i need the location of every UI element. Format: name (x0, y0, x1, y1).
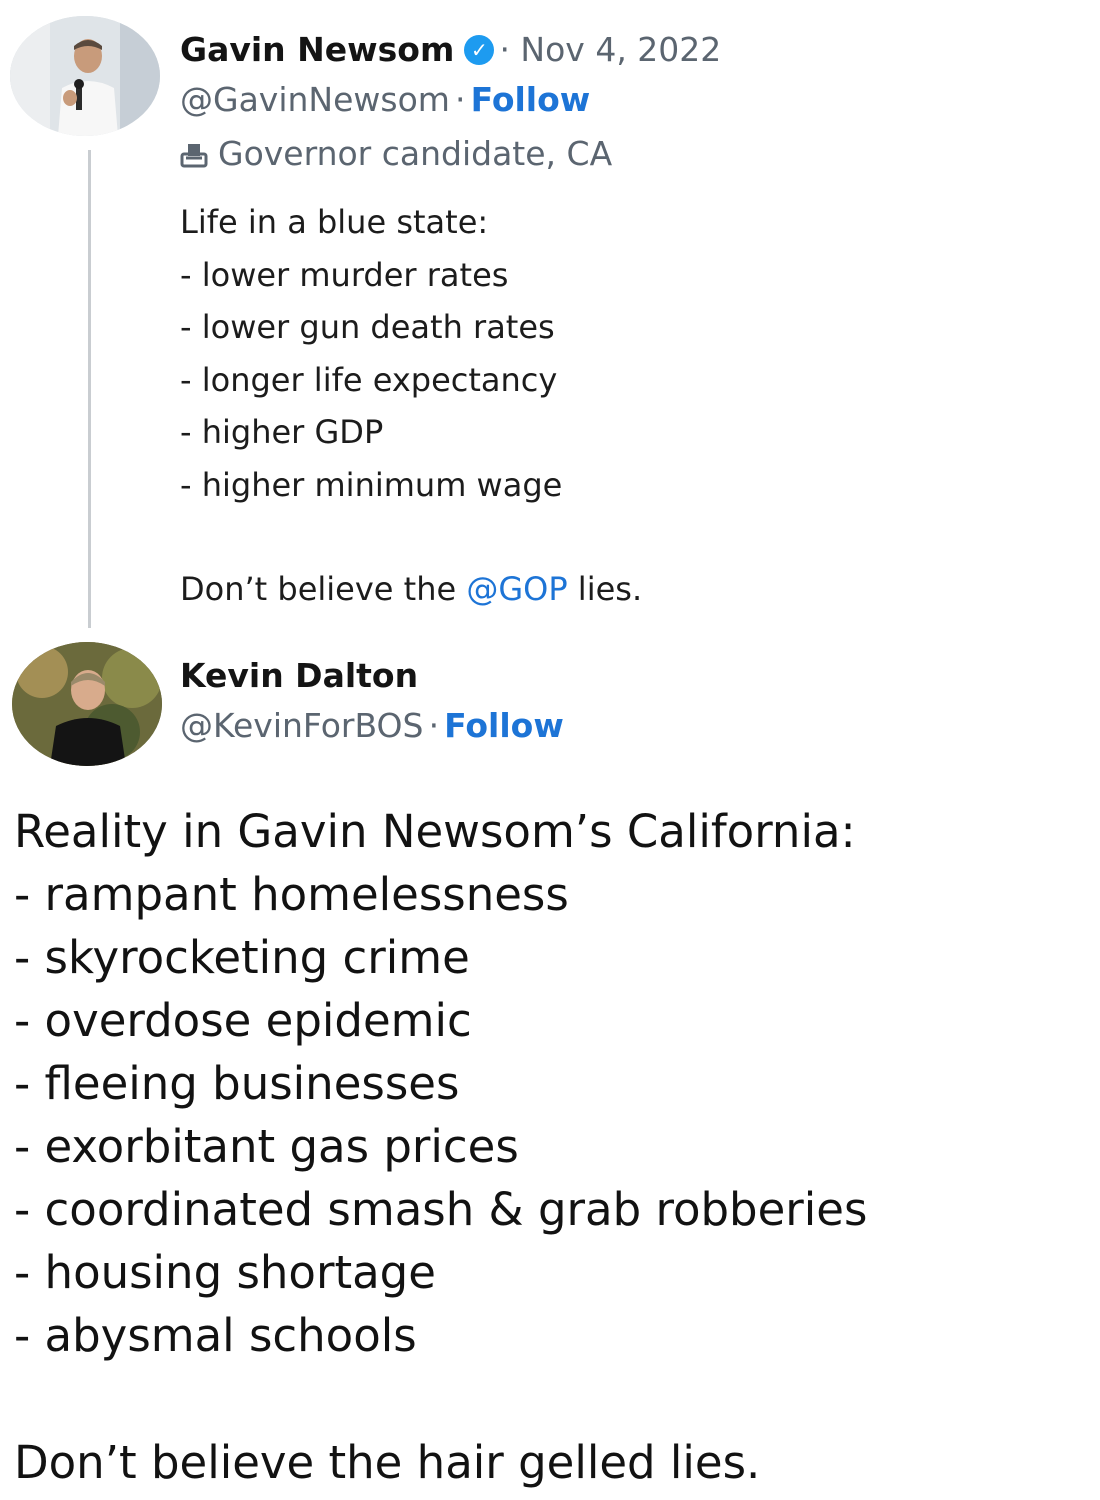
tweet1-line: - higher minimum wage (180, 465, 563, 504)
tweet1-line: - lower gun death rates (180, 308, 555, 346)
tweet1-header-row: Gavin Newsom ✓ · Nov 4, 2022 (180, 30, 721, 69)
avatar-kevin-dalton[interactable] (12, 642, 162, 766)
tweet2-body: Reality in Gavin Newsom’s California: - … (14, 800, 867, 1494)
tweet2-author-name[interactable]: Kevin Dalton (180, 656, 418, 695)
tweet1-follow-link[interactable]: Follow (471, 80, 591, 119)
tweet1-label-row: Governor candidate, CA (180, 134, 612, 173)
tweet2-line: - rampant homelessness (14, 868, 569, 921)
tweet2-line: - overdose epidemic (14, 994, 472, 1047)
tweet2-line: - coordinated smash & grab robberies (14, 1183, 868, 1236)
tweet2-line: - fleeing businesses (14, 1057, 460, 1110)
tweet1-account-label: Governor candidate, CA (218, 134, 613, 173)
tweet2-line: - skyrocketing crime (14, 931, 470, 984)
tweet2-follow-link[interactable]: Follow (444, 706, 564, 745)
tweet2-line: - abysmal schools (14, 1309, 417, 1362)
tweet1-line: - higher GDP (180, 413, 384, 451)
tweet2-line: - exorbitant gas prices (14, 1120, 519, 1173)
tweet1-body: Life in a blue state: - lower murder rat… (180, 196, 642, 616)
tweet1-closing-suffix: lies. (567, 570, 643, 608)
avatar-gavin-newsom[interactable] (10, 16, 160, 136)
avatar-photo (12, 642, 162, 766)
tweet1-author-name[interactable]: Gavin Newsom (180, 30, 454, 69)
tweet1-date[interactable]: · Nov 4, 2022 (499, 30, 721, 69)
gop-mention-link[interactable]: @GOP (466, 570, 567, 608)
tweet2-line: Reality in Gavin Newsom’s California: (14, 805, 856, 858)
tweet2-header-row: Kevin Dalton (180, 656, 418, 695)
tweet2-closing-line: Don’t believe the hair gelled lies. (14, 1436, 761, 1489)
verified-badge-icon: ✓ (464, 35, 495, 65)
tweet1-handle[interactable]: @GavinNewsom (180, 80, 450, 119)
tweet2-handle-row: @KevinForBOS · Follow (180, 706, 564, 745)
tweet1-separator: · (455, 80, 466, 119)
tweet1-line: - longer life expectancy (180, 360, 558, 399)
tweet1-closing-line: Don’t believe the @GOP lies. (180, 563, 642, 616)
ballot-box-icon (180, 144, 208, 168)
tweet2-handle[interactable]: @KevinForBOS (180, 706, 423, 745)
thread-connector-line (88, 150, 91, 628)
tweet2-separator: · (428, 706, 440, 745)
tweet2-line: - housing shortage (14, 1246, 436, 1299)
tweet1-line: - lower murder rates (180, 255, 509, 294)
tweet1-line: Life in a blue state: (180, 203, 489, 241)
tweet1-closing-prefix: Don’t believe the (180, 570, 467, 608)
tweet1-handle-row: @GavinNewsom · Follow (180, 80, 590, 119)
avatar-photo (10, 16, 160, 136)
